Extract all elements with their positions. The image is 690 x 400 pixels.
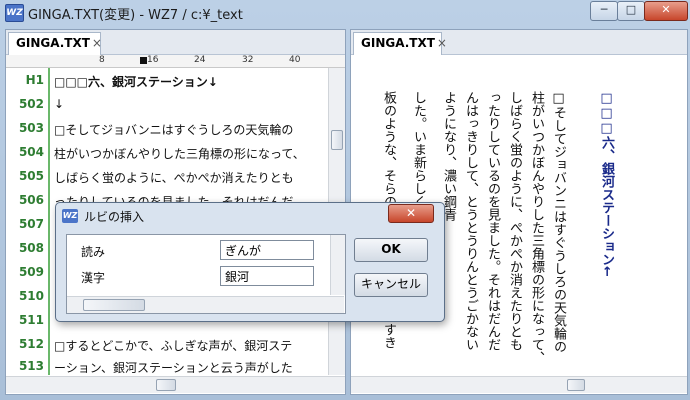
line-number: 508 <box>18 241 44 255</box>
vertical-column[interactable]: □そしてジョバンニはすぐうしろの天気輪の <box>547 91 569 353</box>
dialog-title: ルビの挿入 <box>84 210 145 224</box>
ruler-tick: 8 <box>99 55 105 65</box>
scroll-thumb[interactable] <box>567 379 585 391</box>
text-line[interactable]: □するとどこかで、ふしぎな声が、銀河ステ <box>54 337 292 354</box>
scroll-thumb[interactable] <box>331 130 343 150</box>
dialog-close-button[interactable]: ✕ <box>388 204 434 223</box>
line-number: 505 <box>18 169 44 183</box>
title-bar[interactable]: WZ GINGA.TXT(変更) - WZ7 / c:¥_text ─ □ ✕ <box>0 0 690 26</box>
app-window: WZ GINGA.TXT(変更) - WZ7 / c:¥_text ─ □ ✕ … <box>0 0 690 400</box>
right-tab-strip: GINGA.TXT × <box>351 30 687 55</box>
ruler-tick: 40 <box>289 55 301 65</box>
ruler-tick: 24 <box>194 55 206 65</box>
ruby-property-list[interactable]: 読み ぎんが 漢字 銀河 <box>66 234 346 314</box>
ruby-insert-dialog[interactable]: WZ ルビの挿入 ✕ 読み ぎんが 漢字 銀河 OK キャンセル <box>55 202 445 322</box>
line-number: 510 <box>18 289 44 303</box>
line-number: H1 <box>25 73 44 87</box>
ruler-tick: 16 <box>147 55 159 65</box>
ruler-tick: 32 <box>242 55 254 65</box>
left-tab-strip: GINGA.TXT × <box>6 30 345 55</box>
vertical-column[interactable]: しばらく蛍のように、ぺかぺか消えたりとも <box>503 91 525 351</box>
reading-input[interactable]: ぎんが <box>220 240 314 260</box>
vertical-column[interactable]: □□□六、銀河ステーション← <box>595 91 617 277</box>
reading-label: 読み <box>81 245 106 259</box>
horizontal-scrollbar[interactable] <box>351 376 687 393</box>
close-button[interactable]: ✕ <box>644 1 688 21</box>
tab-close-icon[interactable]: × <box>92 36 102 50</box>
window-title: GINGA.TXT(変更) - WZ7 / c:¥_text <box>28 8 243 23</box>
line-number: 504 <box>18 145 44 159</box>
tab-label: GINGA.TXT <box>361 36 435 50</box>
minimize-button[interactable]: ─ <box>590 1 618 21</box>
text-line[interactable]: ↓ <box>54 97 64 111</box>
tab-ginga-right[interactable]: GINGA.TXT × <box>353 32 447 55</box>
scroll-thumb[interactable] <box>83 299 145 311</box>
line-number: 509 <box>18 265 44 279</box>
text-line[interactable]: しばらく蛍のように、ぺかぺか消えたりとも <box>54 169 294 186</box>
wz-app-icon[interactable]: WZ <box>5 4 24 22</box>
vertical-column[interactable]: んはっきりして、とうとうりんとうごかない <box>459 91 481 351</box>
tab-close-icon[interactable]: × <box>437 36 447 50</box>
text-line[interactable]: □そしてジョバンニはすぐうしろの天気輪の <box>54 121 293 138</box>
ruler-cursor-marker <box>140 57 147 64</box>
line-number: 512 <box>18 337 44 351</box>
dialog-horizontal-scrollbar[interactable] <box>67 296 344 313</box>
line-number: 507 <box>18 217 44 231</box>
line-number: 511 <box>18 313 44 327</box>
tab-ginga-left[interactable]: GINGA.TXT × <box>8 32 102 55</box>
ruler: 8 16 24 32 40 <box>6 55 345 68</box>
line-number: 503 <box>18 121 44 135</box>
vertical-column[interactable]: 柱がいつかぼんやりした三角標の形になって、 <box>525 91 547 364</box>
line-number: 513 <box>18 359 44 373</box>
maximize-button[interactable]: □ <box>617 1 645 21</box>
text-line[interactable]: □□□六、銀河ステーション↓ <box>54 73 218 90</box>
kanji-label: 漢字 <box>81 271 106 285</box>
line-number: 502 <box>18 97 44 111</box>
text-line[interactable]: ーション、銀河ステーションと云う声がした <box>54 359 293 376</box>
line-number: 506 <box>18 193 44 207</box>
dialog-vertical-scrollbar[interactable] <box>330 235 345 295</box>
scroll-thumb[interactable] <box>156 379 176 391</box>
text-line[interactable]: 柱がいつかぼんやりした三角標の形になって、 <box>54 145 305 162</box>
kanji-input[interactable]: 銀河 <box>220 266 314 286</box>
vertical-column[interactable]: ったりしているのを見ました。それはだんだ <box>481 91 503 351</box>
vertical-column[interactable]: すき <box>377 323 399 349</box>
horizontal-scrollbar[interactable] <box>6 376 345 393</box>
wz-dialog-icon: WZ <box>62 209 78 223</box>
cancel-button[interactable]: キャンセル <box>354 273 428 297</box>
tab-label: GINGA.TXT <box>16 36 90 50</box>
ok-button[interactable]: OK <box>354 238 428 262</box>
